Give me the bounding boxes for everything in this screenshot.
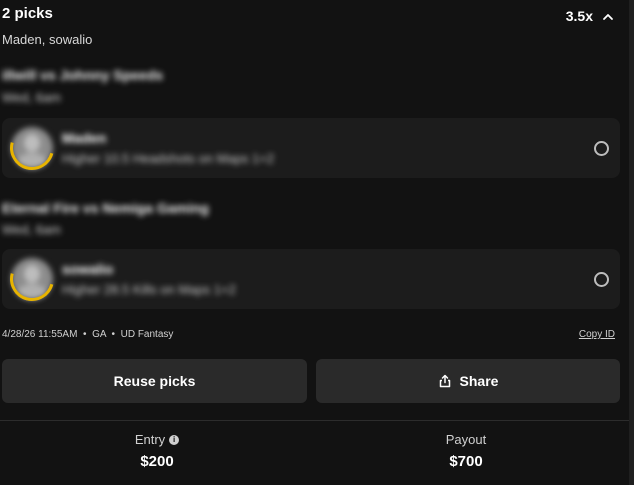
- match-title: illwill vs Johnny Speeds: [2, 67, 164, 83]
- copy-id-link[interactable]: Copy ID: [579, 329, 615, 340]
- match-time: Wed, 6am: [2, 222, 62, 237]
- entry-datetime: 4/28/26 11:55AM: [2, 329, 78, 340]
- scroll-edge: [629, 0, 634, 485]
- avatar-ring: [1, 117, 63, 179]
- pick-player-name: sowalio: [62, 261, 114, 277]
- share-button[interactable]: Share: [316, 359, 620, 403]
- pick-line: Higher 10.5 Headshots on Maps 1+2: [62, 151, 275, 166]
- share-icon: [439, 374, 450, 388]
- info-icon[interactable]: i: [169, 434, 180, 445]
- share-label: Share: [459, 373, 499, 389]
- avatar-ring: [1, 248, 63, 310]
- chevron-up-icon[interactable]: [601, 10, 615, 24]
- entry-app: UD Fantasy: [120, 329, 174, 340]
- footer-divider: [0, 420, 629, 421]
- payout-amount: $700: [449, 453, 483, 470]
- pick-card[interactable]: sowalio Higher 28.5 Kills on Maps 1+2: [1, 248, 620, 310]
- payout-summary: Payout $700: [366, 431, 566, 470]
- radio-circle-icon[interactable]: [594, 141, 609, 156]
- entry-summary: Entry i $200: [57, 431, 257, 470]
- payout-multiplier: 3.5x: [565, 8, 593, 24]
- pick-card[interactable]: Maden Higher 10.5 Headshots on Maps 1+2: [1, 117, 620, 179]
- radio-circle-icon[interactable]: [594, 272, 609, 287]
- pick-player-name: Maden: [62, 130, 107, 146]
- picks-players-subtitle: Maden, sowalio: [2, 32, 93, 47]
- entry-amount: $200: [140, 453, 174, 470]
- entry-meta: 4/28/26 11:55AM • GA • UD Fantasy: [2, 329, 173, 340]
- picks-count-title: 2 picks: [2, 5, 53, 22]
- match-time: Wed, 6am: [2, 90, 62, 105]
- match-title: Eternal Fire vs Nemiga Gaming: [2, 200, 209, 216]
- entry-panel: 2 picks Maden, sowalio 3.5x illwill vs J…: [0, 0, 629, 485]
- pick-line: Higher 28.5 Kills on Maps 1+2: [62, 282, 236, 297]
- entry-state: GA: [92, 329, 106, 340]
- reuse-picks-label: Reuse picks: [113, 373, 196, 389]
- meta-separator: •: [80, 329, 90, 340]
- reuse-picks-button[interactable]: Reuse picks: [2, 359, 307, 403]
- meta-separator: •: [108, 329, 118, 340]
- entry-label: Entry: [134, 432, 166, 447]
- payout-label: Payout: [445, 432, 487, 447]
